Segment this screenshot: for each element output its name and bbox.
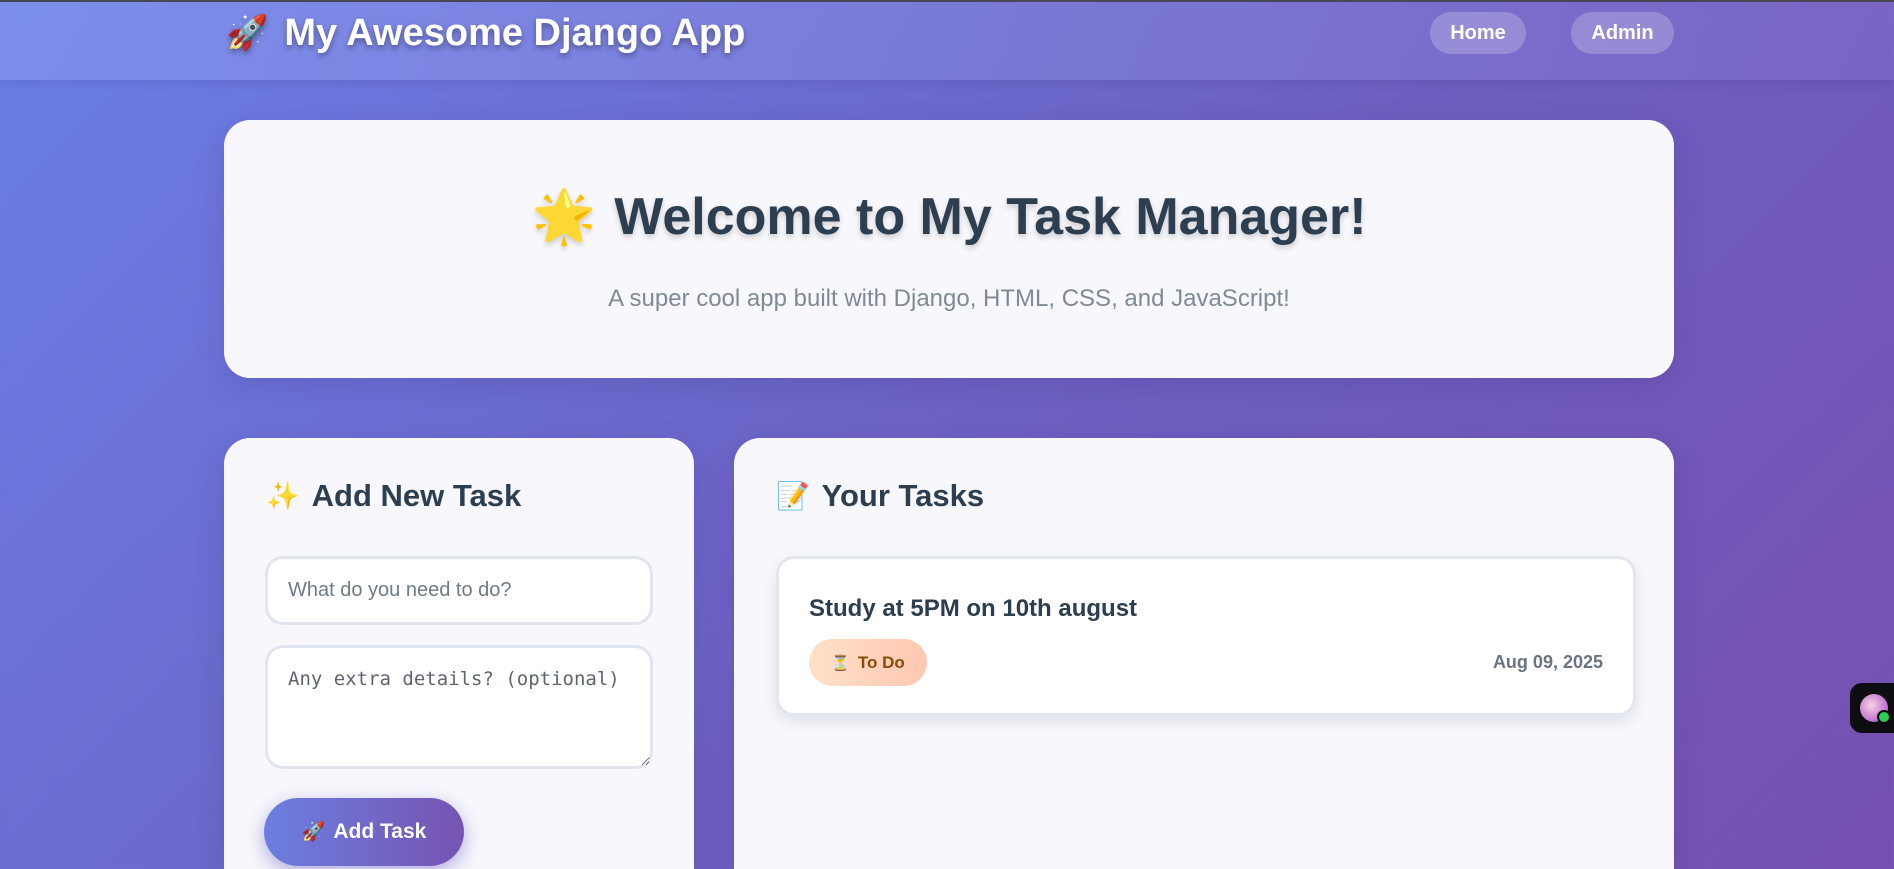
add-task-button-label: Add Task	[333, 820, 427, 843]
memo-icon: 📝	[776, 481, 810, 511]
rocket-icon: 🚀	[226, 14, 269, 52]
hero-card: 🌟 Welcome to My Task Manager! A super coo…	[224, 120, 1674, 378]
online-status-dot	[1877, 710, 1891, 724]
nav-admin-link[interactable]: Admin	[1571, 12, 1674, 54]
sparkles-icon: ✨	[266, 481, 300, 511]
star-icon: 🌟	[531, 188, 597, 246]
task-details-textarea[interactable]	[265, 645, 653, 769]
top-navbar: 🚀 My Awesome Django App Home Admin	[0, 2, 1894, 80]
task-title-input[interactable]	[265, 556, 653, 625]
hourglass-icon: ⏳	[831, 654, 850, 672]
page-title: 🌟 Welcome to My Task Manager!	[224, 186, 1674, 247]
task-list-card: 📝 Your Tasks Study at 5PM on 10th august…	[734, 438, 1674, 869]
task-list-heading-text: Your Tasks	[821, 478, 985, 513]
page-title-text: Welcome to My Task Manager!	[614, 188, 1367, 246]
rocket-icon: 🚀	[301, 822, 326, 843]
status-badge-label: To Do	[857, 652, 905, 672]
add-task-card: ✨ Add New Task 🚀 Add Task	[224, 438, 694, 869]
nav-home-link[interactable]: Home	[1430, 12, 1526, 54]
add-task-heading-text: Add New Task	[311, 478, 522, 513]
status-badge: ⏳ To Do	[809, 639, 927, 686]
brand[interactable]: 🚀 My Awesome Django App	[226, 8, 745, 58]
page-subtitle: A super cool app built with Django, HTML…	[608, 285, 1290, 312]
task-list-heading: 📝 Your Tasks	[776, 478, 984, 514]
floating-assistant-widget[interactable]	[1850, 683, 1894, 733]
add-task-button[interactable]: 🚀 Add Task	[264, 798, 464, 866]
task-title: Study at 5PM on 10th august	[809, 595, 1138, 622]
task-date: Aug 09, 2025	[1492, 652, 1603, 672]
brand-title: My Awesome Django App	[284, 11, 746, 54]
add-task-heading: ✨ Add New Task	[266, 478, 521, 514]
avatar-icon	[1860, 694, 1891, 724]
task-item[interactable]: Study at 5PM on 10th august ⏳ To Do Aug …	[776, 556, 1636, 716]
